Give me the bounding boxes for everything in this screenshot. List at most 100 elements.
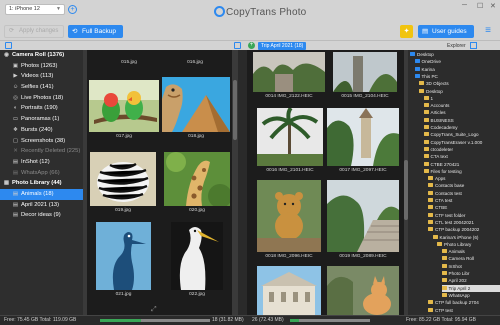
lightbulb-icon[interactable]: ✦ <box>400 25 413 38</box>
tree-item[interactable]: 1 <box>423 95 500 102</box>
tree-item[interactable]: Karina's iPhone (6) <box>432 234 500 241</box>
tree-item[interactable]: Desktop <box>419 88 500 95</box>
sidebar-item[interactable]: ▤ Decor ideas (9) <box>0 210 83 221</box>
tree-item[interactable]: Apps <box>428 175 500 182</box>
sidebar-item[interactable]: ▢ Screenshots (38) <box>0 136 83 147</box>
tree-item[interactable]: CopyTrans_Suite_Logo <box>423 131 500 138</box>
tree-item[interactable]: Trip April 2 <box>441 284 500 292</box>
tree-item[interactable]: CTBE 270421 <box>423 161 500 168</box>
maximize-button[interactable]: ☐ <box>477 2 483 10</box>
photo-thumb[interactable]: 0015 IMG_2104.HEIC <box>333 52 397 102</box>
photo-thumb[interactable]: 016.jpg <box>167 60 223 68</box>
tree-item[interactable]: This PC <box>414 73 500 80</box>
tree-item-label: CTA test <box>435 198 453 203</box>
hamburger-menu-icon[interactable]: ≡ <box>481 25 495 38</box>
sidebar-item[interactable]: ❖ Bursts (240) <box>0 125 83 136</box>
photo-thumb[interactable] <box>257 266 321 315</box>
scroll-thumb[interactable] <box>233 80 237 140</box>
tree-item[interactable]: Karina <box>414 66 500 73</box>
tree-item[interactable]: Animals <box>441 248 500 255</box>
tree-item-label: Desktop <box>417 52 434 57</box>
tree-item[interactable]: CTA test <box>428 197 500 204</box>
expand-pane-icon[interactable]: ⤢ <box>151 306 157 314</box>
tree-item[interactable]: InShot <box>441 263 500 270</box>
photo-thumb[interactable]: 0018 IMG_2096.HEIC <box>257 180 321 262</box>
tree-item[interactable]: Camera Roll <box>441 255 500 262</box>
photo-thumb[interactable]: 017.jpg <box>89 80 159 142</box>
collapse-left-icon[interactable] <box>234 42 241 49</box>
photo-thumb[interactable]: 0019 IMG_2089.HEIC <box>327 180 399 262</box>
photo-thumb[interactable]: 015.jpg <box>101 60 157 68</box>
sidebar-item[interactable]: ▤ WhatsApp (66) <box>0 168 83 179</box>
add-device-icon[interactable]: + <box>68 5 77 14</box>
sidebar-toggle-icon[interactable] <box>5 42 12 49</box>
sidebar-item[interactable]: ▶ Videos (113) <box>0 71 83 82</box>
tree-item[interactable]: Photo Libr <box>441 270 500 277</box>
apply-changes-button[interactable]: ⟳ Apply changes <box>4 25 64 38</box>
minimize-button[interactable]: ─ <box>462 2 467 9</box>
tree-item[interactable]: CopyTransEraser v.1.000 <box>423 139 500 146</box>
tree-item[interactable]: Contacts base <box>428 182 500 189</box>
tree-item[interactable]: 3D Objects <box>419 80 500 87</box>
photo-thumb[interactable]: 019.jpg <box>90 152 156 216</box>
giraffe-photo <box>164 152 230 206</box>
tree-item[interactable]: Files for testing <box>423 168 500 175</box>
sidebar-item[interactable]: ◐ Portraits (190) <box>0 103 83 114</box>
photo-caption: 019.jpg <box>115 208 131 213</box>
sidebar-item[interactable]: ◎ Live Photos (18) <box>0 93 83 104</box>
tree-item[interactable]: CTP full backup 2704 <box>428 299 500 306</box>
photo-thumb[interactable]: 0016 IMG_2101.HEIC <box>257 108 323 176</box>
photo-thumb[interactable]: 022.jpg <box>171 222 223 300</box>
user-guides-button[interactable]: ▤ User guides <box>418 25 474 38</box>
photo-thumb[interactable]: 0017 IMG_2097.HEIC <box>327 108 399 176</box>
tree-item[interactable]: Contacts test <box>428 190 500 197</box>
sidebar-item[interactable]: ▤ Animals (18) <box>0 188 83 200</box>
tree-item[interactable]: CTF test folder <box>428 212 500 219</box>
photo-thumb[interactable]: 018.jpg <box>162 77 230 142</box>
photo-thumb[interactable]: 020.jpg <box>164 152 230 216</box>
tree-item[interactable]: CTP backup 2004202 <box>428 226 500 233</box>
folder-icon: ▤ <box>12 212 19 219</box>
folder-icon <box>441 292 447 297</box>
folder-icon <box>441 278 447 283</box>
right-selection-count: 26 (72.43 MB) <box>252 317 284 323</box>
close-button[interactable]: ✕ <box>490 2 496 10</box>
tree-item[interactable]: CTL test 20042021 <box>428 219 500 226</box>
sidebar-item[interactable]: ▦ Photo Library (44) <box>0 178 83 189</box>
photo-thumb[interactable]: 0014 IMG_2122.HEIC <box>253 52 325 102</box>
tree-item[interactable]: Photo Library <box>437 241 500 248</box>
sub-toolbar: + Trip April 2021 (18) Explorer <box>0 40 500 50</box>
tree-item[interactable]: CTBE <box>428 204 500 211</box>
photo-thumb[interactable]: 021.jpg <box>96 222 151 300</box>
tree-item[interactable]: OneDrive <box>414 58 500 65</box>
device-selector[interactable]: 1: iPhone 12 ▼ <box>5 4 65 15</box>
drive-icon <box>414 66 420 71</box>
tree-item[interactable]: Articles <box>423 109 500 116</box>
tree-item[interactable]: BUSINESS <box>423 117 500 124</box>
explorer-toggle-icon[interactable] <box>470 42 477 49</box>
sidebar-item[interactable]: ▣ Photos (1263) <box>0 61 83 72</box>
tree-item[interactable]: Accounts <box>423 102 500 109</box>
sidebar-item[interactable]: ▭ Panoramas (1) <box>0 114 83 125</box>
tree-item[interactable]: Desktop <box>410 51 500 58</box>
tree-item[interactable]: April 202 <box>441 277 500 284</box>
sidebar-item[interactable]: ☺ Selfies (141) <box>0 82 83 93</box>
photo-thumb[interactable] <box>327 266 399 315</box>
logo-mark-icon <box>214 6 225 17</box>
sidebar-item[interactable]: ▤ InShot (12) <box>0 157 83 168</box>
pane-divider[interactable] <box>238 50 247 315</box>
portrait-icon: ◐ <box>13 105 18 112</box>
folder-icon: ▤ <box>12 201 19 208</box>
tree-item-label: WhatsApp <box>448 292 470 298</box>
tree-item[interactable]: Codecademy <box>423 124 500 131</box>
photo-caption: 015.jpg <box>121 60 137 65</box>
tree-item[interactable]: ctcodeleter <box>423 146 500 153</box>
sidebar-item[interactable]: ▤ April 2021 (13) <box>0 200 83 211</box>
full-backup-button[interactable]: ⟲ Full Backup <box>68 25 123 38</box>
sidebar-item[interactable]: ✕ Recently Deleted (225) <box>0 146 83 157</box>
tree-item[interactable]: CTA text <box>423 153 500 160</box>
add-album-icon[interactable]: + <box>248 42 255 49</box>
tree-item[interactable]: WhatsApp <box>441 292 500 299</box>
sidebar-item[interactable]: ◉ Camera Roll (1376) <box>0 50 83 61</box>
tree-item[interactable]: CTP test <box>428 307 500 314</box>
